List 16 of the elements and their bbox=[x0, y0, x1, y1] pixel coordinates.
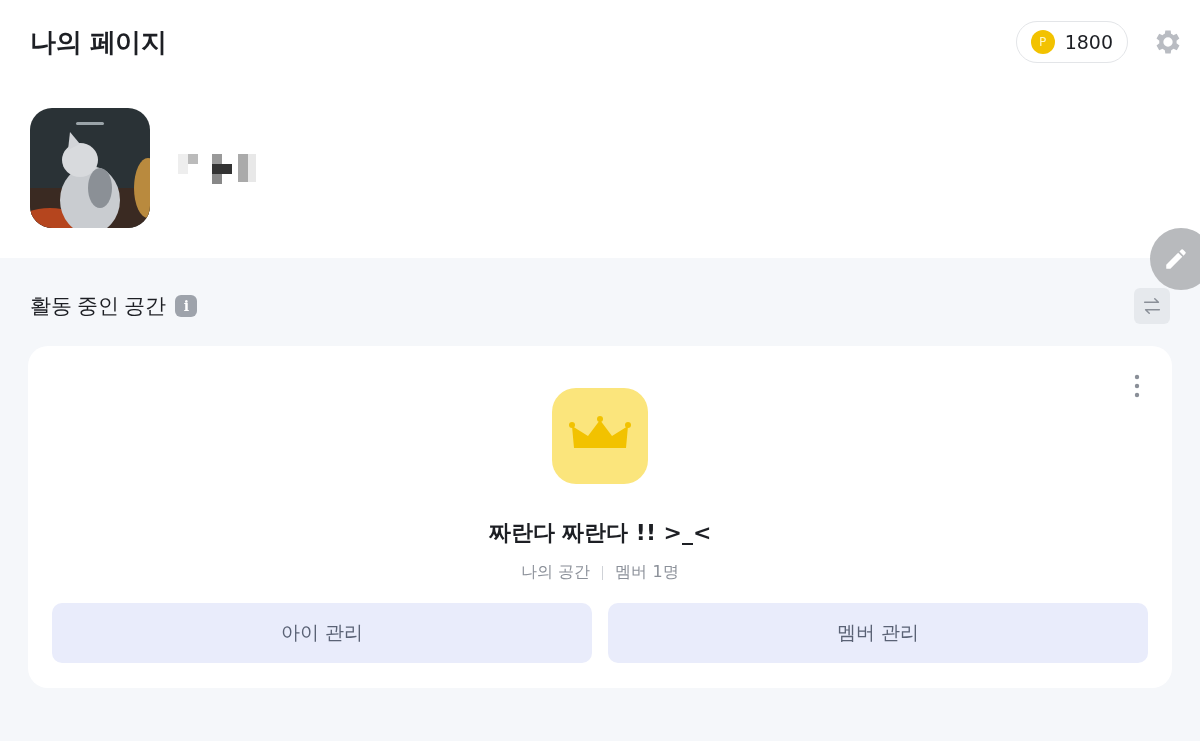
space-type: 나의 공간 bbox=[521, 562, 591, 583]
manage-button[interactable]: 멤버 관리 bbox=[608, 603, 1148, 663]
edit-button[interactable] bbox=[1150, 228, 1200, 290]
more-button[interactable] bbox=[1134, 374, 1140, 398]
swap-icon bbox=[1141, 295, 1163, 317]
points-badge[interactable]: P 1800 bbox=[1015, 21, 1128, 63]
manage-button[interactable]: 아이 관리 bbox=[52, 603, 592, 663]
coin-icon: P bbox=[1030, 30, 1055, 54]
member-count: 멤버 1명 bbox=[615, 562, 679, 583]
crown-icon bbox=[552, 388, 648, 484]
swap-button[interactable] bbox=[1134, 288, 1170, 324]
space-name: 짜란다 짜란다 !! >_< bbox=[488, 519, 712, 547]
more-icon bbox=[1134, 374, 1140, 398]
section-title: 활동 중인 공간 bbox=[30, 293, 166, 320]
pencil-icon bbox=[1163, 246, 1189, 272]
page-title: 나의 페이지 bbox=[30, 25, 167, 59]
